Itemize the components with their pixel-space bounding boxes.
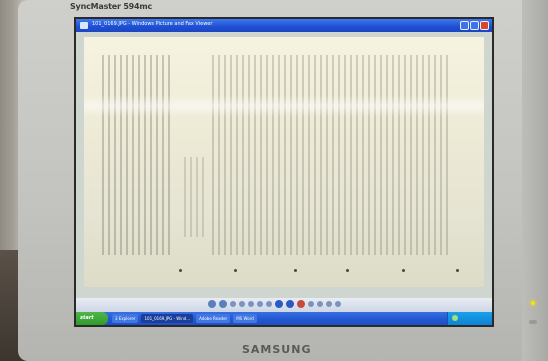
taskbar-item[interactable]: MS Word (233, 314, 257, 323)
edit-icon[interactable] (326, 301, 332, 307)
monitor-screen: 101_0169.JPG - Windows Picture and Fax V… (74, 17, 494, 327)
close-button[interactable] (480, 21, 489, 30)
window-title: 101_0169.JPG - Windows Picture and Fax V… (92, 21, 213, 27)
image-viewer-area (76, 32, 492, 298)
start-button[interactable]: start (76, 312, 108, 325)
system-tray (447, 312, 492, 325)
next-icon[interactable] (219, 300, 227, 308)
edge-mark (179, 269, 182, 272)
slideshow-icon[interactable] (248, 301, 254, 307)
previous-icon[interactable] (208, 300, 216, 308)
zoom-out-icon[interactable] (266, 301, 272, 307)
monitor-model-label: SyncMaster 594mc (70, 2, 153, 11)
rotate-cw-icon[interactable] (275, 300, 283, 308)
power-button[interactable] (529, 320, 537, 324)
book-page-photo[interactable] (84, 37, 484, 287)
viewer-toolbar (76, 298, 492, 312)
toolbar-buttons (208, 300, 341, 308)
app-icon (80, 22, 88, 29)
zoom-in-icon[interactable] (257, 301, 263, 307)
edge-mark (346, 269, 349, 272)
delete-icon[interactable] (297, 300, 305, 308)
monitor-side (522, 0, 548, 361)
maximize-button[interactable] (470, 21, 479, 30)
screen-glare (84, 95, 484, 117)
edge-mark (234, 269, 237, 272)
windows-taskbar: start 3 Explorer 101_0169.JPG - Wind... … (76, 312, 492, 325)
help-icon[interactable] (335, 301, 341, 307)
page-text-column-right (212, 55, 452, 255)
taskbar-item[interactable]: 3 Explorer (112, 314, 139, 323)
edge-mark (402, 269, 405, 272)
copy-icon[interactable] (317, 301, 323, 307)
page-edge-marks (84, 265, 484, 277)
taskbar-tasks: 3 Explorer 101_0169.JPG - Wind... Adobe … (112, 314, 257, 323)
page-text-column-left (102, 55, 172, 255)
window-titlebar[interactable]: 101_0169.JPG - Windows Picture and Fax V… (76, 19, 492, 32)
monitor-brand-logo: SAMSUNG (242, 343, 312, 356)
power-led (531, 301, 535, 305)
edge-mark (456, 269, 459, 272)
page-text-column-gap (184, 157, 204, 237)
actual-size-icon[interactable] (239, 301, 245, 307)
print-icon[interactable] (308, 301, 314, 307)
minimize-button[interactable] (460, 21, 469, 30)
taskbar-item-active[interactable]: 101_0169.JPG - Wind... (141, 314, 194, 323)
window-controls (460, 21, 489, 30)
taskbar-item[interactable]: Adobe Reader (196, 314, 231, 323)
rotate-ccw-icon[interactable] (286, 300, 294, 308)
tray-network-icon[interactable] (452, 315, 458, 321)
best-fit-icon[interactable] (230, 301, 236, 307)
edge-mark (294, 269, 297, 272)
